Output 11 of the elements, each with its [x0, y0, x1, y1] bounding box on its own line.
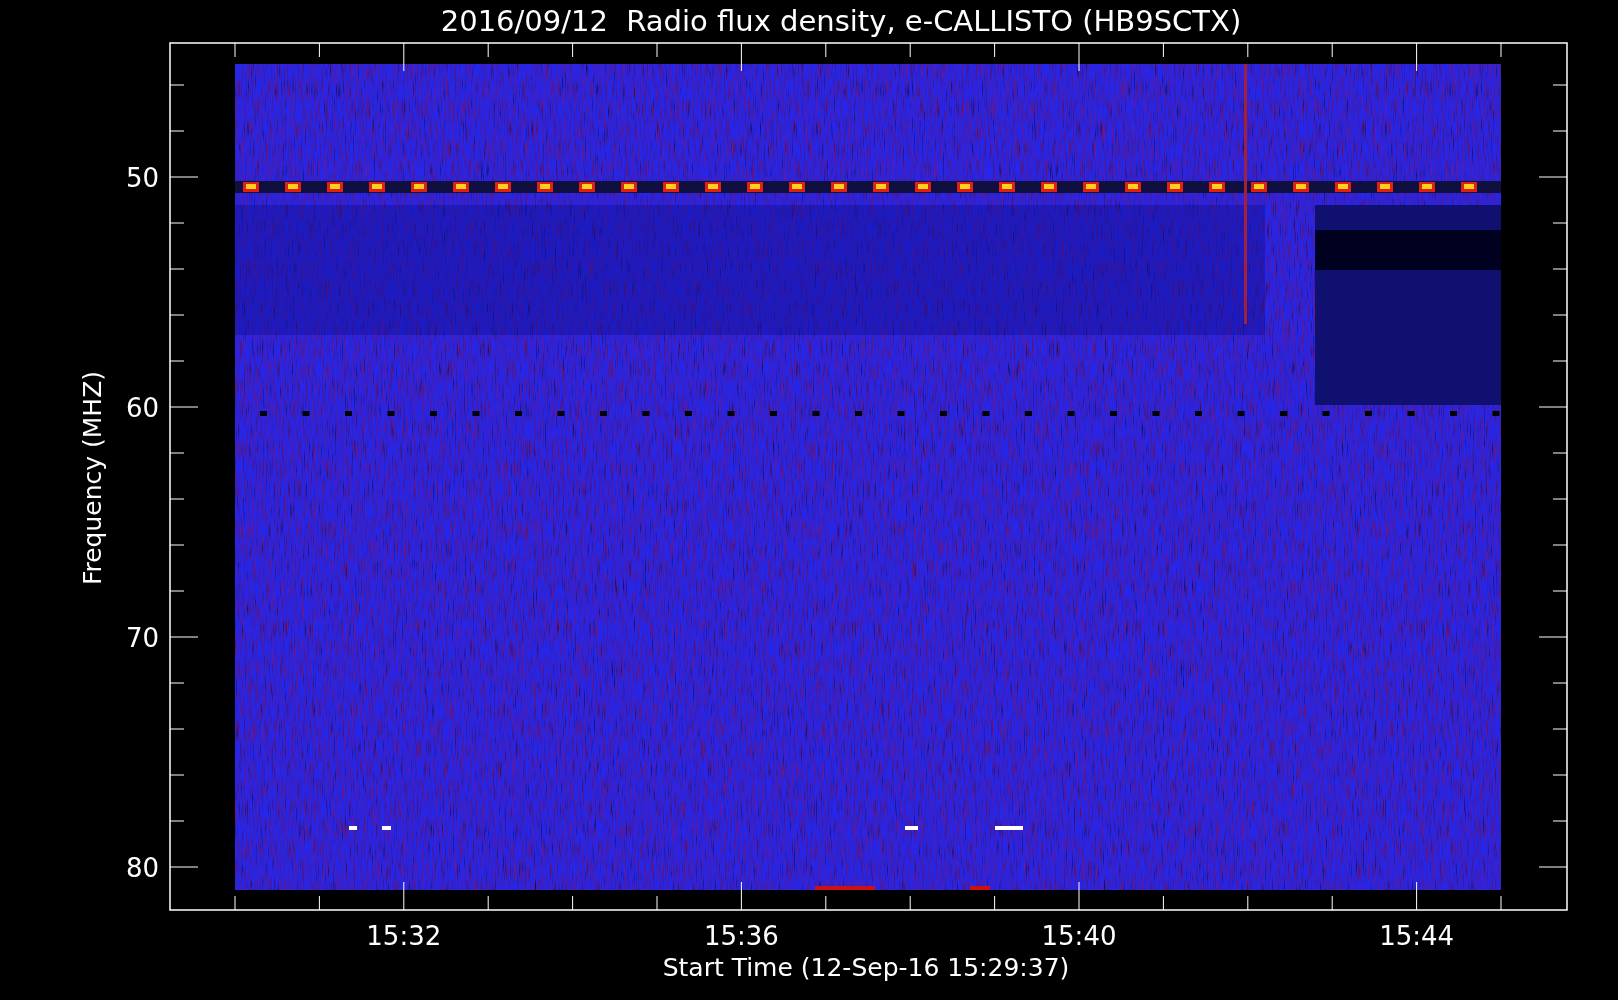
y-tick-label: 70	[125, 623, 159, 653]
y-tick-label: 50	[125, 163, 159, 193]
x-tick-label: 15:32	[366, 921, 442, 951]
x-tick-label: 15:44	[1379, 921, 1455, 951]
chart-title: 2016/09/12 Radio flux density, e-CALLISTO (HB9SCTX)	[440, 4, 1242, 38]
y-axis-label: Frequency (MHZ)	[78, 370, 107, 586]
x-tick-label: 15:40	[1041, 921, 1117, 951]
y-tick-label: 60	[125, 393, 159, 423]
x-tick-label: 15:36	[703, 921, 779, 951]
x-axis-label: Start Time (12-Sep-16 15:29:37)	[662, 953, 1070, 982]
y-tick-label: 80	[125, 853, 159, 883]
